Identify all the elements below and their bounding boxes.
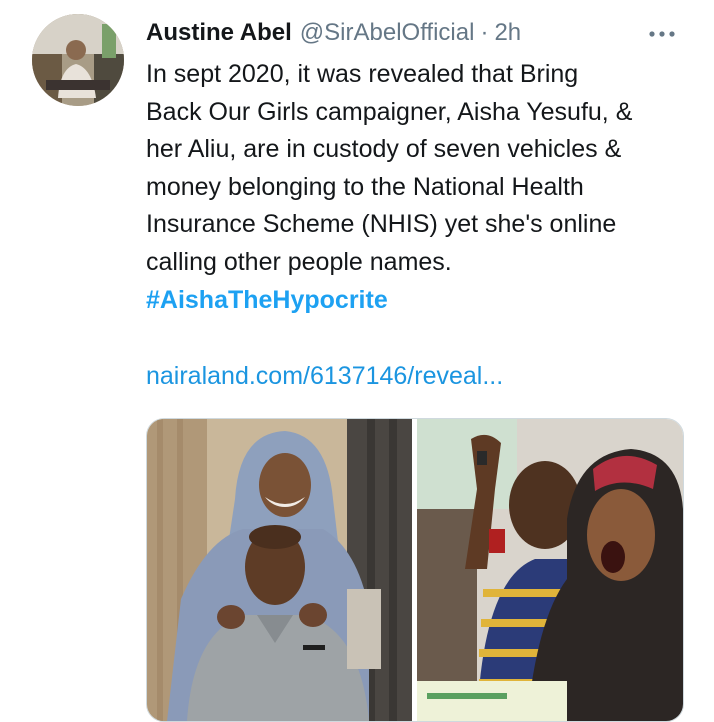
tweet-text: In sept 2020, it was revealed that Bring… bbox=[146, 56, 694, 281]
photo-couple-portrait[interactable] bbox=[147, 419, 412, 721]
tweet-text-line: calling other people names. bbox=[146, 247, 452, 276]
protest-image bbox=[417, 419, 683, 721]
hashtag-link[interactable]: #AishaTheHypocrite bbox=[146, 282, 388, 320]
avatar[interactable] bbox=[32, 14, 124, 106]
media-grid bbox=[146, 418, 684, 722]
tweet-text-line: Back Our Girls campaigner, Aisha Yesufu,… bbox=[146, 97, 633, 126]
more-horizontal-icon bbox=[649, 31, 675, 37]
profile-photo bbox=[32, 14, 124, 106]
tweet-text-line: In sept 2020, it was revealed that Bring bbox=[146, 60, 579, 88]
couple-portrait-image bbox=[147, 419, 412, 721]
tweet-timestamp[interactable]: 2h bbox=[494, 19, 521, 47]
tweet-header: Austine Abel @SirAbelOfficial · 2h bbox=[146, 17, 521, 49]
external-link[interactable]: nairaland.com/6137146/reveal... bbox=[146, 358, 503, 396]
photo-protest-shouting-woman[interactable] bbox=[417, 419, 683, 721]
tweet: Austine Abel @SirAbelOfficial · 2h In se… bbox=[0, 0, 714, 722]
tweet-text-line: her Aliu, are in custody of seven vehicl… bbox=[146, 135, 622, 163]
author-handle[interactable]: @SirAbelOfficial bbox=[300, 19, 475, 47]
tweet-text-line: money belonging to the National Health bbox=[146, 172, 584, 201]
tweet-text-line: Insurance Scheme (NHIS) yet she's online bbox=[146, 210, 617, 238]
author-display-name[interactable]: Austine Abel bbox=[146, 19, 292, 47]
more-options-button[interactable] bbox=[646, 22, 678, 46]
separator-dot: · bbox=[480, 19, 489, 46]
